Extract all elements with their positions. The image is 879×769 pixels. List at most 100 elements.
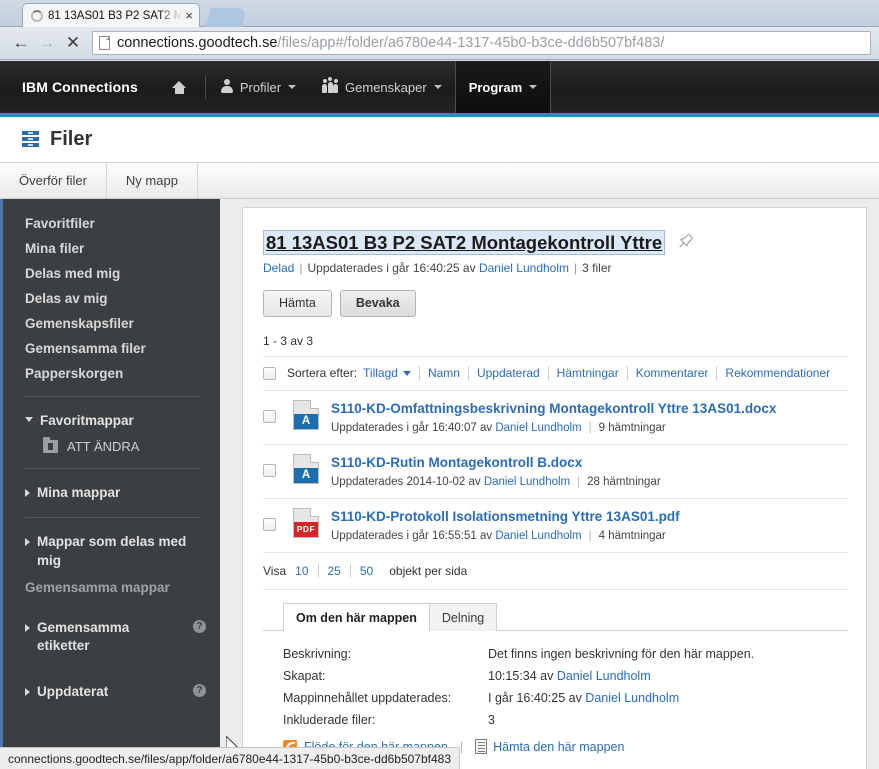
- meta-separator: |: [588, 530, 592, 543]
- table-row[interactable]: A S110-KD-Rutin Montagekontroll B.docx U…: [263, 445, 848, 500]
- detail-author-link[interactable]: Daniel Lundholm: [557, 669, 651, 683]
- folder-file-count: 3 filer: [582, 261, 612, 276]
- sidebar-section-mappar-som-delas-med-mig[interactable]: Mappar som delas med mig: [3, 528, 220, 574]
- nav-item-gemenskaper-label: Gemenskaper: [345, 79, 427, 95]
- file-author-link[interactable]: Daniel Lundholm: [484, 476, 570, 488]
- sidebar-item-gemensamma-filer[interactable]: Gemensamma filer: [3, 336, 220, 361]
- sort-current-option[interactable]: Tillagd: [363, 366, 419, 380]
- folder-updated-text: Uppdaterades i går 16:40:25 av: [307, 261, 476, 276]
- table-row[interactable]: PDF S110-KD-Protokoll Isolationsmetning …: [263, 499, 848, 554]
- select-all-checkbox[interactable]: [263, 366, 276, 380]
- nav-item-program[interactable]: Program: [454, 61, 552, 113]
- browser-tab[interactable]: 81 13AS01 B3 P2 SAT2 Mo ×: [22, 3, 200, 27]
- detail-key: Inkluderade filer:: [283, 713, 376, 728]
- ibm-connections-navbar: IBM Connections Profiler Gemenskaper Pro…: [0, 61, 879, 113]
- word-doc-icon: A: [293, 400, 319, 431]
- page-size-10[interactable]: 10: [295, 564, 317, 578]
- upload-files-button[interactable]: Överför filer: [0, 163, 107, 198]
- stop-button-icon[interactable]: ✕: [60, 30, 86, 56]
- browser-window: 81 13AS01 B3 P2 SAT2 Mo × ← → ✕ connecti…: [0, 0, 879, 769]
- forward-button-icon[interactable]: →: [34, 30, 60, 56]
- sidebar-section-mina-mappar[interactable]: Mina mappar: [3, 479, 220, 507]
- pin-icon[interactable]: [677, 232, 695, 250]
- detail-row-inkluderade-filer: Inkluderade filer: 3: [283, 713, 848, 727]
- sidebar-section-gemensamma-etiketter-label: Gemensamma etiketter: [37, 619, 130, 654]
- sidebar-section-favoritmappar[interactable]: Favoritmappar: [3, 407, 220, 435]
- folder-updated-author[interactable]: Daniel Lundholm: [479, 261, 569, 275]
- folder-meta: Delad | Uppdaterades i går 16:40:25 av Dan…: [263, 261, 848, 275]
- url-bar[interactable]: connections.goodtech.se/files/app#/folde…: [92, 31, 871, 55]
- sort-option-kommentarer[interactable]: Kommentarer: [626, 366, 717, 381]
- page-size-25[interactable]: 25: [317, 564, 350, 579]
- file-name-link[interactable]: S110-KD-Protokoll Isolationsmetning Yttr…: [331, 509, 680, 524]
- app-header: Filer: [0, 117, 879, 162]
- sidebar-item-delas-med-mig[interactable]: Delas med mig: [3, 261, 220, 286]
- file-updated-text: Uppdaterades i går 16:40:07 av: [331, 422, 493, 435]
- file-downloads: 4 hämtningar: [598, 530, 666, 543]
- new-folder-button[interactable]: Ny mapp: [107, 163, 198, 198]
- sidebar-item-gemenskapsfiler[interactable]: Gemenskapsfiler: [3, 311, 220, 336]
- page-size-50[interactable]: 50: [349, 564, 382, 579]
- tab-delning[interactable]: Delning: [428, 603, 498, 632]
- tab-loading-icon: [31, 9, 43, 22]
- sidebar-item-gemensamma-mappar[interactable]: Gemensamma mappar: [3, 575, 220, 600]
- meta-separator: |: [577, 476, 581, 489]
- sidebar-favorite-folder-att-andra[interactable]: ATT ÄNDRA: [3, 435, 220, 458]
- detail-value: 3: [488, 713, 495, 728]
- sidebar-item-delas-av-mig[interactable]: Delas av mig: [3, 286, 220, 311]
- sidebar-section-gemensamma-etiketter[interactable]: Gemensamma etiketter ?: [3, 614, 220, 660]
- sort-option-rekommendationer[interactable]: Rekommendationer: [716, 366, 838, 381]
- page-size-selector: Visa 10 25 50 objekt per sida: [263, 553, 848, 591]
- download-button[interactable]: Hämta: [263, 290, 332, 318]
- sidebar-item-papperskorgen[interactable]: Papperskorgen: [3, 361, 220, 386]
- folder-card: 81 13AS01 B3 P2 SAT2 Montagekontroll Ytt…: [242, 207, 867, 769]
- file-author-link[interactable]: Daniel Lundholm: [495, 530, 581, 542]
- new-tab-button[interactable]: [205, 8, 247, 27]
- detail-key: Beskrivning:: [283, 647, 352, 662]
- nav-home-button[interactable]: [156, 61, 203, 113]
- detail-value-text: I går 16:40:25 av: [488, 691, 586, 706]
- chevron-down-icon: [25, 417, 33, 422]
- tab-close-icon[interactable]: ×: [185, 9, 193, 22]
- file-downloads: 9 hämtningar: [598, 422, 666, 435]
- file-name-link[interactable]: S110-KD-Rutin Montagekontroll B.docx: [331, 455, 582, 470]
- nav-item-profiler[interactable]: Profiler: [208, 61, 309, 113]
- download-folder-link[interactable]: Hämta den här mappen: [493, 740, 624, 754]
- meta-separator: |: [574, 261, 578, 276]
- sort-option-uppdaterad[interactable]: Uppdaterad: [467, 366, 548, 381]
- row-checkbox[interactable]: [263, 464, 276, 478]
- tab-om-den-har-mappen[interactable]: Om den här mappen: [283, 603, 430, 632]
- help-icon[interactable]: ?: [193, 619, 206, 633]
- sidebar-item-mina-filer[interactable]: Mina filer: [3, 236, 220, 261]
- chevron-down-icon: [402, 370, 411, 376]
- sort-option-namn[interactable]: Namn: [418, 366, 468, 381]
- table-row[interactable]: A S110-KD-Omfattningsbeskrivning Montage…: [263, 391, 848, 446]
- pdf-doc-badge: PDF: [294, 522, 318, 538]
- row-checkbox[interactable]: [263, 410, 276, 424]
- page-info-icon: [99, 36, 110, 50]
- detail-author-link[interactable]: Daniel Lundholm: [585, 691, 679, 705]
- back-button-icon[interactable]: ←: [8, 30, 34, 56]
- chevron-right-icon: [25, 623, 30, 632]
- person-icon: [220, 78, 233, 96]
- sidebar-section-uppdaterat[interactable]: Uppdaterat ?: [3, 678, 220, 706]
- status-bar-text: connections.goodtech.se/files/app/folder…: [8, 751, 452, 766]
- folder-title[interactable]: 81 13AS01 B3 P2 SAT2 Montagekontroll Ytt…: [263, 230, 666, 256]
- row-checkbox[interactable]: [263, 518, 276, 532]
- file-meta: Uppdaterades 2014-10-02 av Daniel Lundho…: [331, 476, 848, 488]
- file-name-link[interactable]: S110-KD-Omfattningsbeskrivning Montageko…: [331, 401, 776, 416]
- folder-shared-link[interactable]: Delad: [263, 261, 294, 275]
- follow-button[interactable]: Bevaka: [339, 290, 416, 318]
- sort-label: Sortera efter:: [287, 366, 358, 381]
- sort-option-hamtningar[interactable]: Hämtningar: [547, 366, 627, 381]
- detail-row-skapat: Skapat: 10:15:34 av Daniel Lundholm: [283, 669, 848, 683]
- detail-row-beskrivning: Beskrivning: Det finns ingen beskrivning…: [283, 647, 848, 661]
- ibm-connections-brand[interactable]: IBM Connections: [0, 61, 156, 113]
- help-icon[interactable]: ?: [193, 684, 206, 698]
- nav-item-gemenskaper[interactable]: Gemenskaper: [309, 61, 455, 113]
- url-text: connections.goodtech.se/files/app#/folde…: [117, 35, 664, 51]
- file-author-link[interactable]: Daniel Lundholm: [495, 422, 581, 434]
- folder-title-row: 81 13AS01 B3 P2 SAT2 Montagekontroll Ytt…: [263, 230, 848, 256]
- sidebar-item-favoritfiler[interactable]: Favoritfiler: [3, 211, 220, 236]
